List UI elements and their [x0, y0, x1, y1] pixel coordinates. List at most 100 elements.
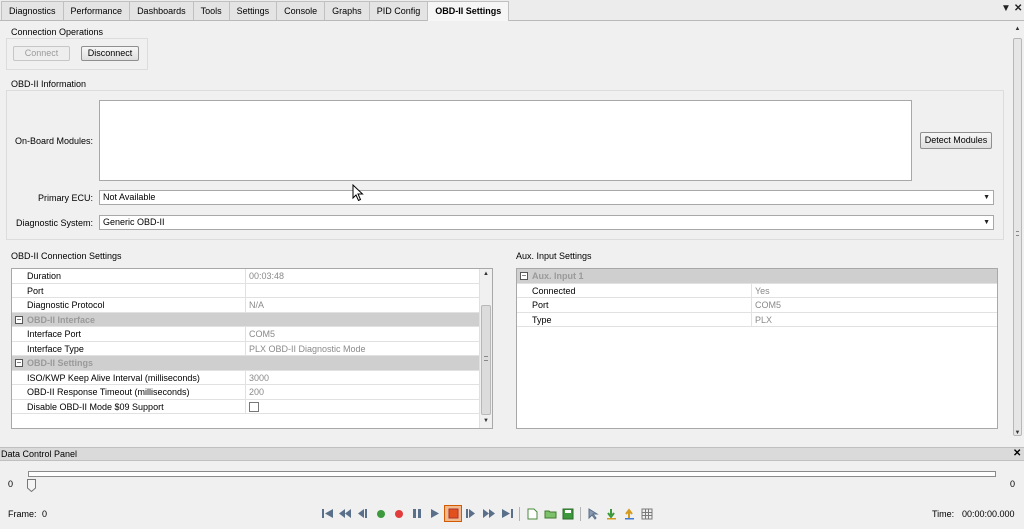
property-row[interactable]: Diagnostic Protocol N/A: [12, 298, 479, 313]
close-tab-icon[interactable]: ✕: [1014, 3, 1022, 14]
select-tool-icon[interactable]: [584, 505, 602, 522]
tab-tools[interactable]: Tools: [192, 1, 230, 20]
property-row[interactable]: Interface Port COM5: [12, 327, 479, 342]
fast-rewind-icon[interactable]: [336, 505, 354, 522]
close-panel-icon[interactable]: ✕: [1013, 448, 1021, 459]
frame-slider-thumb[interactable]: [27, 479, 36, 492]
diagnostic-system-value: Generic OBD-II: [103, 217, 165, 227]
connection-settings-scrollbar[interactable]: ▲ ▼: [479, 269, 492, 428]
scroll-down-icon[interactable]: ▼: [1012, 430, 1023, 436]
property-value[interactable]: N/A: [245, 298, 479, 312]
property-category[interactable]: − OBD-II Interface: [12, 312, 479, 327]
play-forward-icon[interactable]: [426, 505, 444, 522]
on-board-modules-list[interactable]: [99, 100, 912, 181]
property-name: Diagnostic Protocol: [27, 300, 105, 310]
tab-graphs[interactable]: Graphs: [324, 1, 370, 20]
property-name: Disable OBD-II Mode $09 Support: [27, 401, 164, 412]
new-file-icon[interactable]: [523, 505, 541, 522]
step-forward-icon[interactable]: [462, 505, 480, 522]
frame-value: 0: [42, 509, 48, 519]
scroll-down-icon[interactable]: ▼: [480, 418, 492, 424]
save-icon[interactable]: [559, 505, 577, 522]
tab-obd-ii-settings[interactable]: OBD-II Settings: [427, 1, 510, 21]
tab-diagnostics[interactable]: Diagnostics: [1, 1, 64, 20]
play-icon[interactable]: [372, 505, 390, 522]
property-row[interactable]: Duration 00:03:48: [12, 269, 479, 284]
frame-label: Frame:: [8, 509, 37, 519]
tab-performance[interactable]: Performance: [62, 1, 131, 20]
slider-max-label: 0: [1010, 479, 1016, 489]
skip-to-start-icon[interactable]: [318, 505, 336, 522]
property-name: Interface Type: [27, 343, 84, 354]
property-category[interactable]: − Aux. Input 1: [517, 269, 997, 284]
collapse-icon[interactable]: −: [15, 315, 23, 324]
obd-information-title: OBD-II Information: [11, 79, 87, 89]
marker-up-icon[interactable]: [620, 505, 638, 522]
toolbar-separator: [580, 506, 581, 521]
property-name: Duration: [27, 271, 62, 281]
collapse-icon[interactable]: −: [520, 272, 528, 280]
property-name: Connected: [532, 285, 576, 296]
time-label: Time:: [932, 509, 955, 519]
property-value[interactable]: Yes: [751, 283, 997, 298]
window-scrollbar[interactable]: ▲ ▼: [1012, 26, 1023, 439]
property-category[interactable]: − OBD-II Settings: [12, 356, 479, 371]
property-row[interactable]: Connected Yes: [517, 283, 997, 298]
connect-button[interactable]: Connect: [13, 46, 70, 61]
property-value[interactable]: [245, 283, 479, 298]
tab-console[interactable]: Console: [276, 1, 326, 20]
property-value[interactable]: PLX: [751, 312, 997, 327]
record-icon[interactable]: [390, 505, 408, 522]
skip-to-end-icon[interactable]: [498, 505, 516, 522]
tab-pid-config[interactable]: PID Config: [368, 1, 429, 20]
property-name: Port: [532, 300, 549, 310]
scrollbar-thumb[interactable]: [481, 305, 491, 415]
primary-ecu-dropdown[interactable]: Not Available ▼: [99, 190, 994, 205]
property-value[interactable]: 200: [245, 385, 479, 399]
scroll-up-icon[interactable]: ▲: [480, 271, 492, 277]
disconnect-button[interactable]: Disconnect: [81, 46, 139, 61]
scroll-up-icon[interactable]: ▲: [1012, 26, 1023, 32]
property-row[interactable]: Interface Type PLX OBD-II Diagnostic Mode: [12, 341, 479, 356]
property-row[interactable]: Port COM5: [517, 298, 997, 313]
category-label: OBD-II Settings: [27, 358, 94, 368]
grid-view-icon[interactable]: [638, 505, 656, 522]
property-name: Type: [532, 314, 552, 325]
collapse-icon[interactable]: −: [15, 359, 23, 367]
property-row[interactable]: Port: [12, 283, 479, 298]
chevron-down-icon: ▼: [983, 194, 990, 201]
step-back-icon[interactable]: [354, 505, 372, 522]
detect-modules-button[interactable]: Detect Modules: [920, 132, 992, 149]
property-name: Interface Port: [27, 329, 82, 339]
window-scrollbar-thumb[interactable]: [1013, 38, 1022, 436]
property-value[interactable]: 00:03:48: [245, 269, 479, 283]
primary-ecu-value: Not Available: [103, 192, 156, 202]
tab-dashboards[interactable]: Dashboards: [129, 1, 194, 20]
toolbar-separator: [519, 506, 520, 521]
property-value[interactable]: COM5: [751, 298, 997, 312]
data-control-panel-header: Data Control Panel ✕: [0, 447, 1024, 461]
property-row[interactable]: Disable OBD-II Mode $09 Support: [12, 399, 479, 414]
pause-icon[interactable]: [408, 505, 426, 522]
category-label: Aux. Input 1: [532, 271, 584, 281]
connection-settings-title: OBD-II Connection Settings: [11, 251, 122, 261]
tab-menu-icon[interactable]: ▼: [1001, 3, 1011, 14]
open-folder-icon[interactable]: [541, 505, 559, 522]
chevron-down-icon: ▼: [983, 219, 990, 226]
playback-controls: [318, 505, 656, 522]
property-row[interactable]: ISO/KWP Keep Alive Interval (millisecond…: [12, 370, 479, 385]
property-value[interactable]: [245, 399, 479, 414]
marker-down-icon[interactable]: [602, 505, 620, 522]
connection-operations-title: Connection Operations: [11, 27, 104, 37]
property-row[interactable]: OBD-II Response Timeout (milliseconds) 20…: [12, 385, 479, 400]
property-row[interactable]: Type PLX: [517, 312, 997, 327]
property-value[interactable]: COM5: [245, 327, 479, 341]
property-value[interactable]: 3000: [245, 370, 479, 385]
stop-icon[interactable]: [444, 505, 462, 522]
tab-settings[interactable]: Settings: [228, 1, 278, 20]
frame-slider-track[interactable]: [28, 471, 996, 477]
checkbox[interactable]: [249, 401, 259, 412]
property-value[interactable]: PLX OBD-II Diagnostic Mode: [245, 341, 479, 356]
diagnostic-system-dropdown[interactable]: Generic OBD-II ▼: [99, 215, 994, 230]
fast-forward-icon[interactable]: [480, 505, 498, 522]
